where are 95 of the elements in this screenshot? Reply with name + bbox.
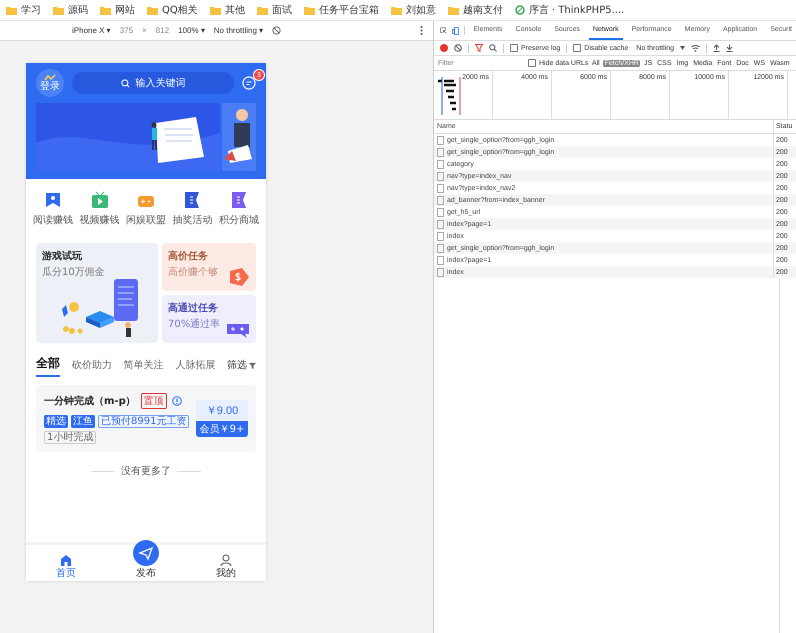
info-icon[interactable] bbox=[172, 396, 182, 406]
folder-icon bbox=[100, 6, 111, 14]
card-title: 高价任务 bbox=[168, 249, 208, 263]
bookmark[interactable]: 网站 bbox=[100, 3, 135, 17]
task-tag: 1小时完成 bbox=[44, 431, 96, 444]
filter-icon bbox=[249, 362, 256, 368]
caret-icon[interactable] bbox=[680, 46, 686, 50]
bookmark-label: 其他 bbox=[224, 4, 245, 17]
dollar-tag-icon bbox=[228, 267, 250, 287]
nav-item[interactable]: 视频赚钱 bbox=[80, 191, 120, 227]
bookmark-label: 网站 bbox=[115, 4, 135, 17]
nav-item[interactable]: 阅读赚钱 bbox=[33, 191, 74, 227]
bookmark[interactable]: 学习 bbox=[6, 3, 41, 17]
download-icon[interactable] bbox=[726, 44, 734, 52]
bookmark-label: 面试 bbox=[272, 4, 292, 17]
user-icon bbox=[220, 554, 232, 566]
bookmark[interactable]: 任务平台宝箱 bbox=[304, 3, 379, 17]
height-field[interactable]: 812 bbox=[156, 26, 170, 35]
task-tag: 精选 bbox=[44, 415, 68, 428]
nav-item[interactable]: 积分商城 bbox=[218, 191, 259, 227]
bookmark-label: 学习 bbox=[21, 4, 41, 17]
bookmark[interactable]: QQ相关 bbox=[147, 3, 198, 17]
no-more-text: 没有更多了 bbox=[121, 465, 171, 478]
pinned-tag: 置顶 bbox=[140, 393, 167, 409]
folder-icon bbox=[448, 6, 459, 14]
bottom-tab[interactable]: 首页 bbox=[41, 554, 91, 579]
task-category-card[interactable]: 高通过任务 70%通过率 bbox=[162, 295, 256, 343]
folder-icon bbox=[256, 6, 268, 14]
category-tab[interactable]: 人脉拓展 bbox=[175, 358, 216, 377]
folder-icon bbox=[210, 6, 221, 14]
device-select[interactable]: iPhone X ▾ bbox=[72, 26, 111, 35]
bookmark[interactable]: 面试 bbox=[256, 3, 292, 17]
paper-plane-icon bbox=[133, 540, 159, 566]
video-icon bbox=[90, 191, 109, 209]
wifi-icon[interactable] bbox=[691, 44, 700, 52]
bookmark[interactable]: 越南支付 bbox=[448, 3, 503, 17]
member-price: 会员￥9+ bbox=[196, 421, 248, 437]
task-tag: 江鱼 bbox=[71, 415, 95, 428]
filter-button[interactable]: 筛选 bbox=[227, 358, 256, 377]
folder-icon bbox=[390, 6, 402, 14]
category-tab[interactable]: 简单关注 bbox=[124, 358, 164, 377]
device-toggle-icon[interactable] bbox=[452, 26, 459, 36]
search-icon[interactable] bbox=[489, 44, 497, 52]
card-subtitle: 70%通过率 bbox=[168, 318, 220, 331]
publish-button[interactable]: 发布 bbox=[121, 540, 171, 579]
task-tag: 已预付8991元工资 bbox=[98, 415, 190, 428]
card-title: 高通过任务 bbox=[168, 301, 218, 315]
clear-icon[interactable] bbox=[454, 44, 462, 52]
more-icon[interactable] bbox=[420, 26, 423, 35]
throttling-select[interactable]: No throttling ▾ bbox=[214, 26, 264, 35]
bottom-tab[interactable]: 我的 bbox=[201, 554, 251, 579]
task-category-card[interactable]: 高价任务 高价赚个够 bbox=[162, 243, 256, 291]
bookmark-label: QQ相关 bbox=[162, 4, 198, 17]
search-icon bbox=[120, 78, 130, 88]
home-icon bbox=[60, 554, 72, 566]
gamepad-chat-icon bbox=[226, 321, 250, 339]
category-tab[interactable]: 全部 bbox=[36, 355, 60, 377]
filter-icon[interactable] bbox=[475, 44, 483, 52]
chart-line-icon bbox=[44, 74, 56, 81]
price-box[interactable]: ￥9.00 会员￥9+ bbox=[196, 400, 248, 437]
login-avatar[interactable]: 登录 bbox=[36, 69, 64, 97]
task-card[interactable]: 一分钟完成（m-p） 置顶 精选 江鱼 已预付8991元工资 1小时完成 ￥9.00 会员￥9+ bbox=[36, 385, 256, 452]
category-tab[interactable]: 砍价助力 bbox=[72, 358, 112, 377]
zoom-select[interactable]: 100% ▾ bbox=[178, 26, 205, 35]
bookmark[interactable]: 源码 bbox=[53, 3, 88, 17]
card-title: 游戏试玩 bbox=[42, 250, 82, 263]
bookmark-label: 源码 bbox=[68, 4, 88, 17]
task-title: 一分钟完成（m-p） bbox=[44, 394, 136, 408]
flag-icon bbox=[230, 191, 248, 209]
bookmark-label: 任务平台宝箱 bbox=[318, 4, 379, 17]
card-subtitle: 瓜分10万佣金 bbox=[42, 266, 105, 279]
bookmark-label: 序言 · ThinkPHP5.... bbox=[528, 4, 624, 17]
folder-icon bbox=[53, 6, 64, 14]
bookmark[interactable]: 其他 bbox=[210, 3, 245, 17]
folder-icon bbox=[6, 6, 17, 14]
inspect-icon[interactable] bbox=[440, 26, 447, 35]
search-field[interactable]: 输入关键词 bbox=[72, 72, 234, 94]
card-subtitle: 高价赚个够 bbox=[168, 266, 218, 279]
nav-item[interactable]: 闲娱联盟 bbox=[126, 191, 166, 227]
flag-icon bbox=[183, 191, 202, 209]
bookmark-label: 越南支付 bbox=[462, 4, 503, 17]
bookmark-label: 刘如意 bbox=[406, 4, 436, 17]
bookmark-icon bbox=[44, 191, 62, 209]
folder-icon bbox=[304, 6, 315, 14]
bookmark[interactable]: 序言 · ThinkPHP5.... bbox=[514, 3, 624, 17]
width-field[interactable]: 375 bbox=[120, 26, 134, 35]
game-card[interactable]: 游戏试玩 瓜分10万佣金 bbox=[36, 243, 158, 343]
bookmark[interactable]: 刘如意 bbox=[390, 3, 436, 17]
price: ￥9.00 bbox=[196, 400, 248, 421]
times-sign: × bbox=[142, 26, 147, 35]
upload-icon[interactable] bbox=[713, 44, 720, 52]
folder-icon bbox=[147, 6, 158, 14]
record-button[interactable] bbox=[440, 44, 448, 52]
nav-item[interactable]: 抽奖活动 bbox=[172, 191, 212, 227]
message-icon[interactable] bbox=[242, 76, 256, 90]
